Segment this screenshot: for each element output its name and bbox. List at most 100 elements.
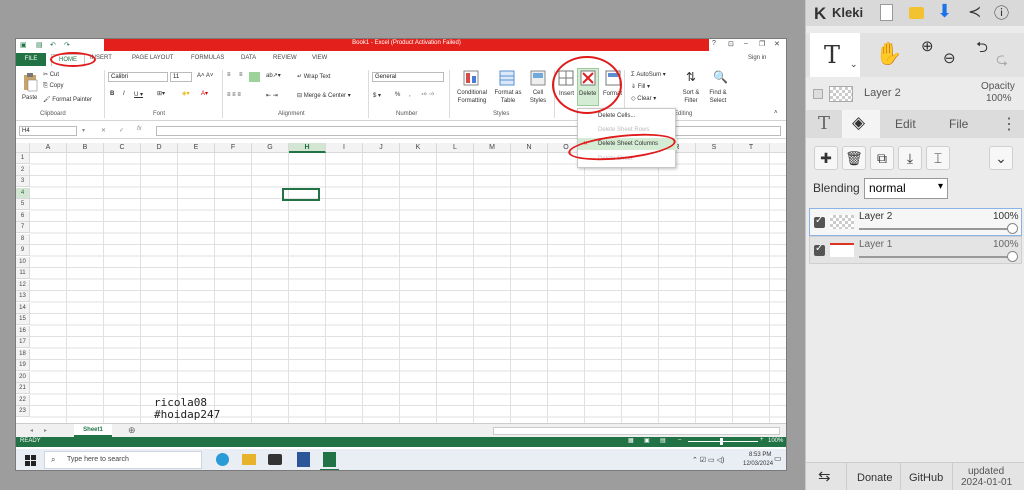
blending-select[interactable]: normal ▾ xyxy=(864,178,948,199)
layer-item[interactable]: Layer 2 100% xyxy=(809,208,1022,236)
swap-icon[interactable]: ⇆ xyxy=(818,467,831,485)
column-header[interactable]: A xyxy=(30,143,67,153)
enter-formula-icon[interactable]: ✓ xyxy=(119,127,124,134)
row-header[interactable]: 21 xyxy=(16,383,30,394)
windows-start-icon[interactable] xyxy=(25,455,36,466)
column-header[interactable]: C xyxy=(104,143,141,153)
row-header[interactable]: 7 xyxy=(16,222,30,233)
column-header[interactable]: T xyxy=(733,143,770,153)
name-box[interactable]: H4 xyxy=(19,126,77,136)
word-icon[interactable] xyxy=(297,452,310,467)
system-tray-icons[interactable]: ⌃ ☑ ▭ ◁) xyxy=(692,456,724,464)
restore-button[interactable]: ❐ xyxy=(759,40,765,48)
autosum-button[interactable]: Σ AutoSum ▾ xyxy=(631,71,666,78)
row-header[interactable]: 18 xyxy=(16,348,30,360)
more-menu-icon[interactable]: ⋮ xyxy=(1001,114,1017,134)
bottom-align-icon[interactable] xyxy=(249,72,260,82)
align-left-icon[interactable]: ≡ ≡ ≡ xyxy=(227,92,241,98)
row-header[interactable]: 11 xyxy=(16,268,30,279)
cell-styles-icon[interactable] xyxy=(530,70,546,86)
borders-icon[interactable]: ⊞▾ xyxy=(157,90,165,97)
delete-layer-button[interactable]: 🗑 xyxy=(842,146,866,170)
merge-layer-button[interactable]: ⤓ xyxy=(898,146,922,170)
column-header[interactable]: H xyxy=(289,143,326,153)
row-header[interactable]: 22 xyxy=(16,394,30,406)
select-all-corner[interactable] xyxy=(16,143,30,153)
zoom-slider[interactable] xyxy=(688,441,758,442)
zoom-level[interactable]: 100% xyxy=(768,438,783,444)
find-select-button[interactable]: Find & Select xyxy=(705,89,731,105)
normal-view-icon[interactable]: ▦ xyxy=(628,437,634,444)
column-header[interactable]: E xyxy=(178,143,215,153)
zoom-in-icon[interactable]: + xyxy=(760,437,764,443)
tab-view[interactable]: VIEW xyxy=(312,55,327,61)
layer-visibility-checkbox[interactable] xyxy=(814,215,825,228)
column-header[interactable]: L xyxy=(437,143,474,153)
text-tool-button[interactable]: T ⌄ xyxy=(810,33,860,77)
cancel-formula-icon[interactable]: ✕ xyxy=(101,127,106,134)
row-header[interactable]: 3 xyxy=(16,176,30,187)
decimal-icon[interactable]: ⁺⁰ ⁻⁰ xyxy=(421,92,434,99)
cell-area[interactable] xyxy=(30,153,786,423)
minimize-button[interactable]: – xyxy=(744,40,748,47)
font-size-select[interactable]: 11 xyxy=(170,72,192,82)
excel-taskbar-icon[interactable] xyxy=(323,452,336,467)
undo-icon[interactable]: ⮌ xyxy=(976,37,988,62)
layer-item[interactable]: Layer 1 100% xyxy=(809,236,1022,264)
name-box-dropdown-icon[interactable]: ▾ xyxy=(82,127,85,134)
camera-icon[interactable] xyxy=(268,454,282,465)
number-format-select[interactable]: General xyxy=(372,72,444,82)
row-header[interactable]: 23 xyxy=(16,406,30,417)
page-layout-view-icon[interactable]: ▣ xyxy=(644,437,650,444)
file-explorer-icon[interactable] xyxy=(242,454,256,465)
open-folder-icon[interactable] xyxy=(909,7,924,19)
add-layer-button[interactable]: ✚ xyxy=(814,146,838,170)
zoom-out-icon[interactable]: ⊖ xyxy=(943,49,956,67)
save-icon[interactable]: ▤ xyxy=(36,41,43,49)
tab-file[interactable]: File xyxy=(949,117,968,131)
add-sheet-icon[interactable]: ⊕ xyxy=(128,425,136,436)
column-header[interactable]: F xyxy=(215,143,252,153)
copy-button[interactable]: ⎘ Copy xyxy=(43,83,63,90)
orientation-icon[interactable]: ab↗▾ xyxy=(266,72,281,79)
sign-in-link[interactable]: Sign in xyxy=(748,55,766,61)
bold-icon[interactable]: B xyxy=(110,91,114,97)
underline-icon[interactable]: U ▾ xyxy=(134,91,143,98)
merge-center-button[interactable]: ⊟ Merge & Center ▾ xyxy=(297,92,351,99)
middle-align-icon[interactable]: ≡ xyxy=(239,72,243,78)
format-table-icon[interactable] xyxy=(499,70,515,86)
comma-button[interactable]: , xyxy=(409,92,411,98)
column-header[interactable]: J xyxy=(363,143,400,153)
fill-color-icon[interactable]: ◈▾ xyxy=(182,90,190,97)
column-header[interactable]: M xyxy=(474,143,511,153)
zoom-slider-thumb[interactable] xyxy=(720,438,723,445)
format-table-button[interactable]: Format as Table xyxy=(493,89,523,105)
active-cell[interactable] xyxy=(282,188,320,201)
undo-icon[interactable]: ↶ xyxy=(50,41,56,49)
page-break-view-icon[interactable]: ▤ xyxy=(660,437,666,444)
row-header[interactable]: 5 xyxy=(16,199,30,210)
github-link[interactable]: GitHub xyxy=(909,472,943,484)
cell-styles-button[interactable]: Cell Styles xyxy=(525,89,551,105)
tab-data[interactable]: DATA xyxy=(241,55,256,61)
column-header[interactable]: I xyxy=(326,143,363,153)
hand-tool-icon[interactable]: ✋ xyxy=(875,41,902,67)
new-image-icon[interactable] xyxy=(880,4,893,21)
layer-opacity-thumb[interactable] xyxy=(1007,223,1018,234)
tab-page-layout[interactable]: PAGE LAYOUT xyxy=(132,55,173,61)
share-icon[interactable]: ≺ xyxy=(968,2,981,22)
percent-button[interactable]: % xyxy=(395,92,400,98)
formula-input[interactable] xyxy=(156,126,781,136)
sheet-tab[interactable]: Sheet1 xyxy=(74,424,112,437)
layer-opacity-slider[interactable] xyxy=(859,228,1015,230)
layer-visible-checkbox[interactable] xyxy=(813,89,823,99)
help-button[interactable]: ? xyxy=(712,40,716,47)
duplicate-layer-button[interactable]: ⧉ xyxy=(870,146,894,170)
row-header[interactable]: 20 xyxy=(16,371,30,383)
format-painter-button[interactable]: 🖌 Format Painter xyxy=(43,96,92,103)
help-icon[interactable]: ⓘ xyxy=(994,2,1009,23)
column-header[interactable]: S xyxy=(696,143,733,153)
tab-text-icon[interactable]: T xyxy=(818,113,830,134)
sort-filter-button[interactable]: Sort & Filter xyxy=(679,89,703,105)
indent-icon[interactable]: ⇤ ⇥ xyxy=(266,92,278,99)
